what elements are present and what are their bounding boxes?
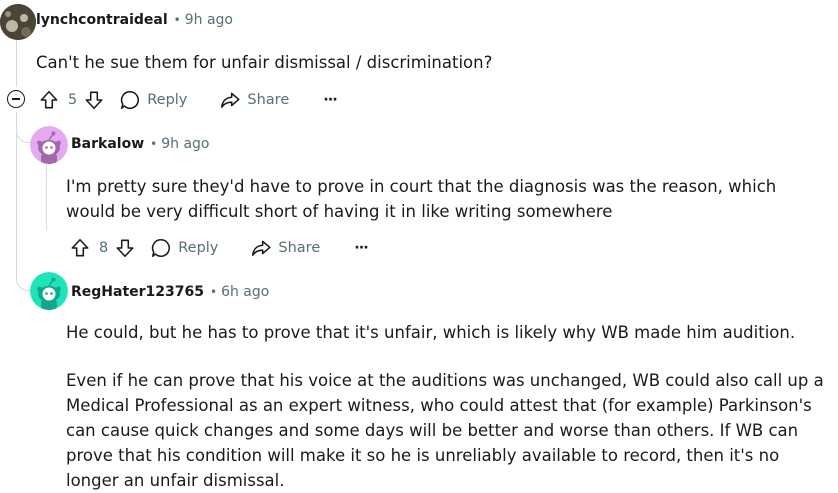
downvote-icon bbox=[85, 91, 103, 110]
timestamp[interactable]: 6h ago bbox=[221, 284, 269, 300]
more-options-icon: ··· bbox=[323, 92, 337, 108]
reply-button[interactable]: Reply bbox=[119, 89, 187, 111]
upvote-icon bbox=[71, 238, 89, 257]
comment-actions: 8 Reply Share ··· bbox=[69, 236, 369, 260]
downvote-button[interactable] bbox=[83, 89, 105, 111]
avatar[interactable] bbox=[30, 272, 68, 310]
collapse-thread-button[interactable] bbox=[7, 90, 25, 108]
share-button[interactable]: Share bbox=[219, 89, 289, 111]
share-label: Share bbox=[247, 92, 290, 108]
vote-count: 8 bbox=[99, 240, 109, 256]
comment-body: I'm pretty sure they'd have to prove in … bbox=[66, 174, 826, 224]
comment-body: He could, but he has to prove that it's … bbox=[66, 320, 826, 493]
reply-label: Reply bbox=[147, 92, 188, 108]
downvote-icon bbox=[116, 239, 134, 258]
comment-meta: RegHater123765 • 6h ago bbox=[71, 284, 269, 300]
upvote-icon bbox=[40, 90, 58, 109]
avatar[interactable] bbox=[30, 126, 68, 164]
vote-count: 5 bbox=[68, 92, 78, 108]
upvote-button[interactable] bbox=[38, 89, 60, 111]
timestamp[interactable]: 9h ago bbox=[161, 136, 209, 152]
share-icon bbox=[252, 240, 271, 256]
thread-line-root bbox=[16, 40, 17, 87]
share-icon bbox=[221, 92, 240, 108]
comment-body: Can't he sue them for unfair dismissal /… bbox=[36, 50, 826, 75]
share-button[interactable]: Share bbox=[250, 237, 320, 259]
meta-separator: • bbox=[210, 285, 218, 299]
comment-meta: lynchcontraideal • 9h ago bbox=[36, 12, 233, 28]
meta-separator: • bbox=[173, 13, 181, 27]
reply-button[interactable]: Reply bbox=[150, 237, 218, 259]
thread-line-child1 bbox=[46, 164, 47, 230]
share-label: Share bbox=[278, 240, 321, 256]
comment-paragraph: I'm pretty sure they'd have to prove in … bbox=[66, 177, 777, 221]
comment-paragraph: Even if he can prove that his voice at t… bbox=[66, 371, 824, 490]
comment-paragraph: He could, but he has to prove that it's … bbox=[66, 323, 796, 342]
comment-bubble-icon bbox=[152, 238, 171, 258]
comment-bubble-icon bbox=[121, 90, 140, 110]
meta-separator: • bbox=[150, 137, 158, 151]
comment-paragraph: Can't he sue them for unfair dismissal /… bbox=[36, 53, 493, 72]
reply-label: Reply bbox=[178, 240, 219, 256]
author-name[interactable]: RegHater123765 bbox=[71, 284, 204, 300]
comment-actions: 5 Reply Share ··· bbox=[38, 88, 338, 112]
more-options-icon: ··· bbox=[354, 240, 368, 256]
author-name[interactable]: lynchcontraideal bbox=[36, 12, 168, 28]
comment-meta: Barkalow • 9h ago bbox=[71, 136, 209, 152]
upvote-button[interactable] bbox=[69, 237, 91, 259]
more-options-button[interactable]: ··· bbox=[323, 92, 337, 108]
more-options-button[interactable]: ··· bbox=[354, 240, 368, 256]
downvote-button[interactable] bbox=[114, 237, 136, 259]
avatar[interactable] bbox=[0, 4, 36, 40]
author-name[interactable]: Barkalow bbox=[71, 136, 144, 152]
timestamp[interactable]: 9h ago bbox=[185, 12, 233, 28]
